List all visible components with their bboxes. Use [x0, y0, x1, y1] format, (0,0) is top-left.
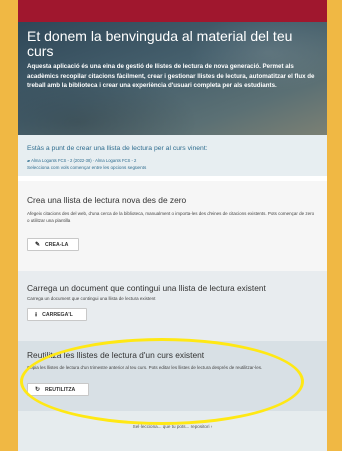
- reuse-existing-section: Reutilitza les llistes de lectura d'un c…: [18, 341, 327, 411]
- select-option-link[interactable]: Selecciona com vols començar entre les o…: [27, 165, 146, 170]
- button-label: CREA-LA: [45, 241, 69, 248]
- course-info-title: Estàs a punt de crear una llista de lect…: [27, 145, 208, 152]
- page-title: Et donem la benvinguda al material del t…: [27, 28, 293, 59]
- hero-description: Aquesta aplicació és una eina de gestió …: [27, 63, 315, 89]
- course-meta: ▰ Alma Logants FCS - 2 (2022-38) · Alma …: [27, 158, 136, 163]
- pin-icon: ▰: [27, 158, 31, 163]
- app-frame: Et donem la benvinguda al material del t…: [18, 0, 327, 451]
- upload-button[interactable]: ⭳ CARREGA'L: [27, 308, 87, 321]
- course-info-panel: Estàs a punt de crear una llista de lect…: [18, 135, 327, 176]
- footer-link[interactable]: Sel·lecciona... que tu pots... repositor…: [18, 424, 327, 429]
- button-label: REUTILITZA: [45, 386, 76, 393]
- section-title: Reutilitza les llistes de lectura d'un c…: [27, 350, 205, 360]
- pencil-icon: ✎: [35, 241, 41, 248]
- section-title: Crea una llista de lectura nova des de z…: [27, 195, 187, 205]
- button-label: CARREGA'L: [42, 311, 73, 318]
- section-description: Carrega un document que contingui una ll…: [27, 296, 156, 301]
- top-bar: [18, 0, 327, 22]
- reuse-icon: ↻: [35, 386, 41, 393]
- section-title: Carrega un document que contingui una ll…: [27, 283, 266, 293]
- hero-banner: Et donem la benvinguda al material del t…: [18, 22, 327, 135]
- upload-icon: ⭳: [35, 311, 38, 318]
- create-from-scratch-section: Crea una llista de lectura nova des de z…: [18, 181, 327, 271]
- section-description: Copia les llistes de lectura d'un trimes…: [27, 365, 263, 370]
- footer-strip: Sel·lecciona... que tu pots... repositor…: [18, 411, 327, 451]
- upload-document-section: Carrega un document que contingui una ll…: [18, 271, 327, 341]
- section-description: Afegeix citacions des del web, d'una cer…: [27, 211, 315, 223]
- reuse-button[interactable]: ↻ REUTILITZA: [27, 383, 89, 396]
- course-meta-text: Alma Logants FCS - 2 (2022-38) · Alma Lo…: [31, 158, 137, 163]
- create-button[interactable]: ✎ CREA-LA: [27, 238, 79, 251]
